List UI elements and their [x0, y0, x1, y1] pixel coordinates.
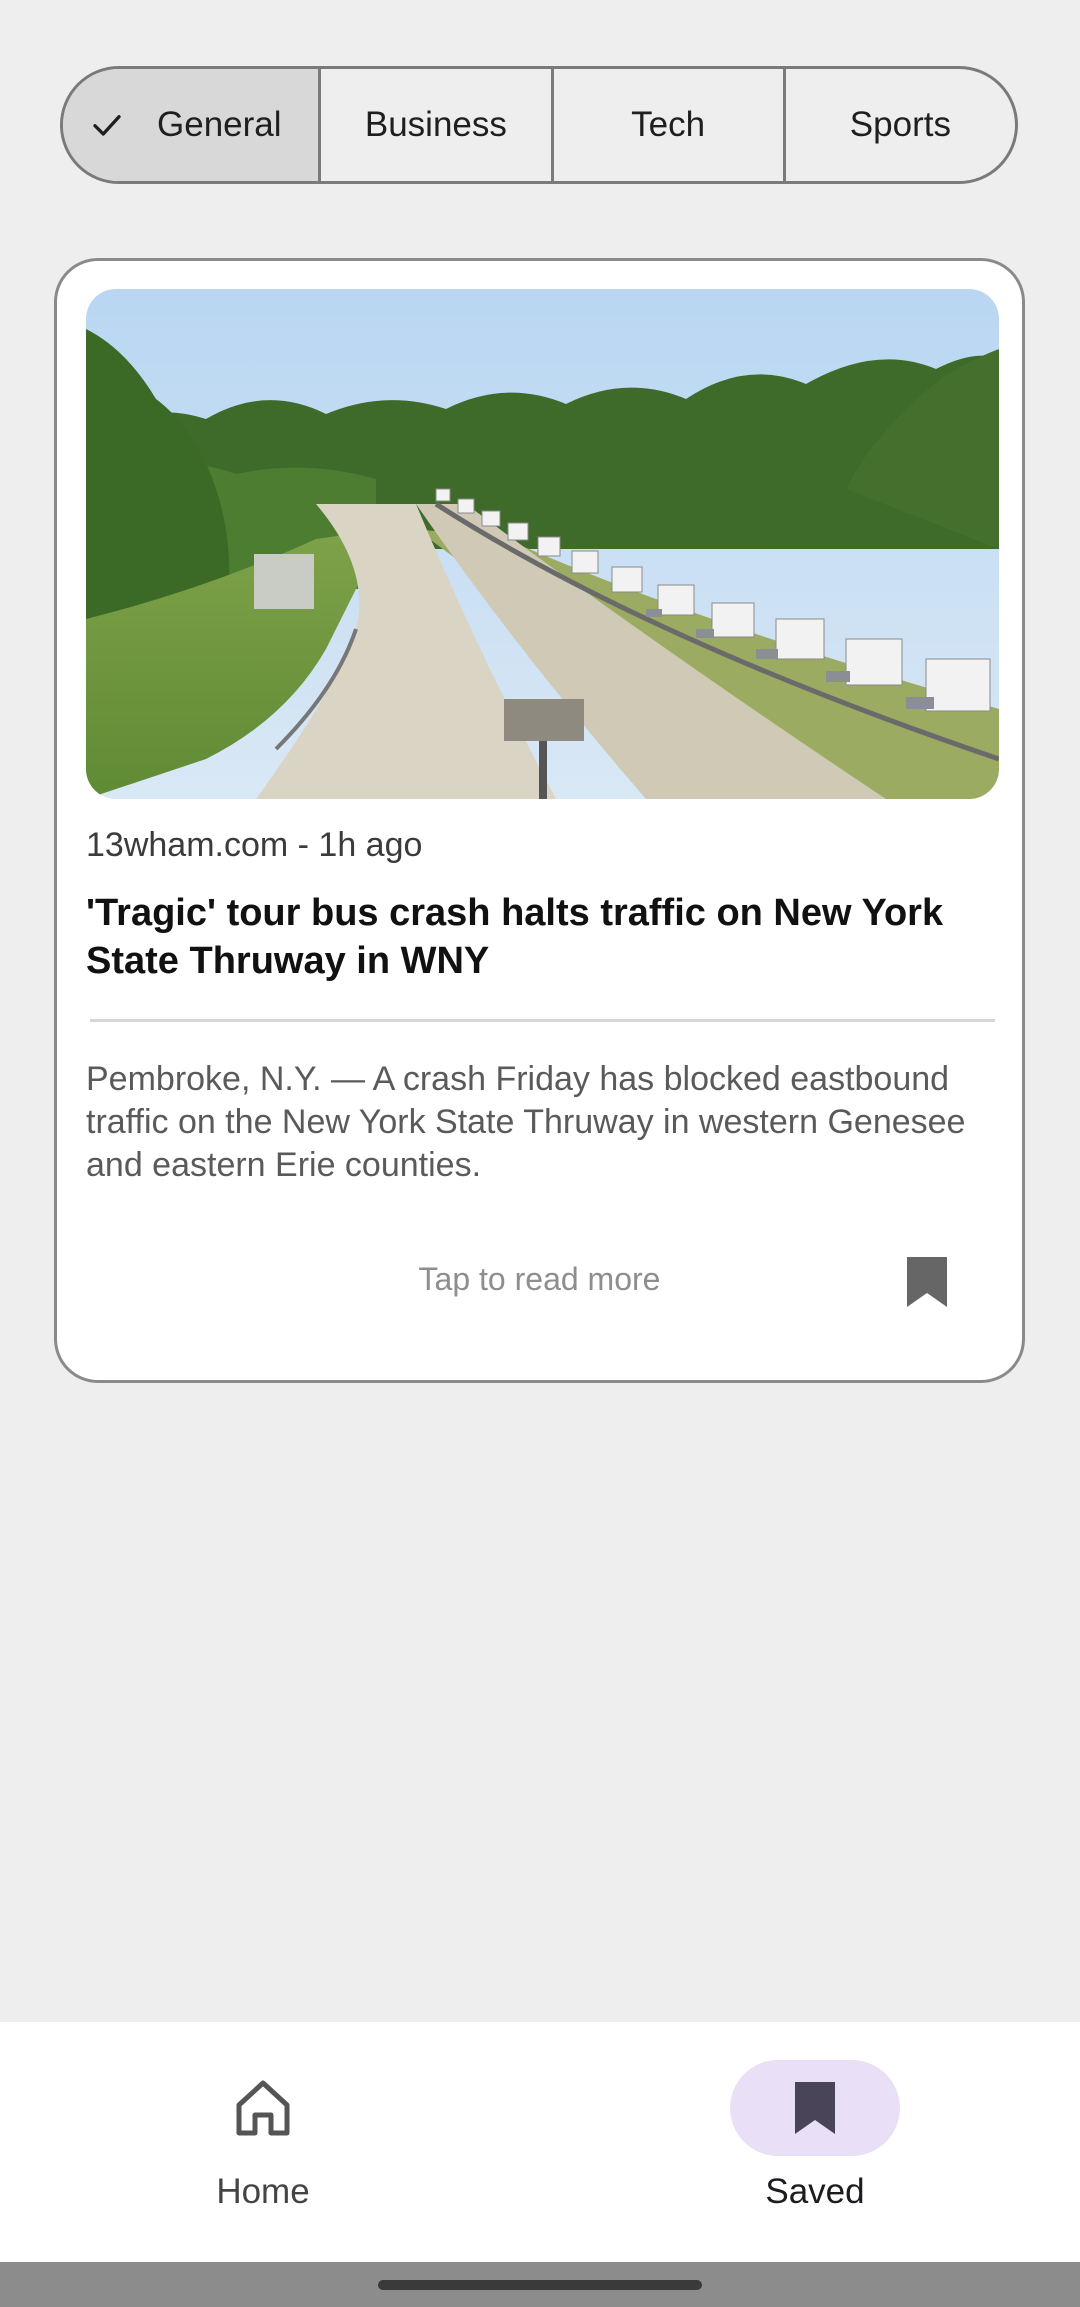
category-tab-label: Sports — [849, 105, 951, 144]
divider — [90, 1019, 995, 1022]
nav-active-indicator — [730, 2060, 900, 2156]
article-source-time: 13wham.com - 1h ago — [86, 826, 423, 864]
home-icon — [236, 2080, 290, 2136]
check-icon — [93, 115, 121, 136]
category-tab-label: Tech — [631, 105, 706, 144]
category-tab-label: General — [157, 105, 282, 144]
save-article-button[interactable] — [897, 1251, 957, 1313]
category-tab-general[interactable]: General — [63, 69, 322, 181]
article-summary: Pembroke, N.Y. — A crash Friday has bloc… — [86, 1060, 966, 1184]
category-selector: General Business Tech Sports — [60, 66, 1018, 184]
gesture-handle[interactable] — [378, 2280, 702, 2290]
category-tab-label: Business — [364, 105, 507, 144]
nav-item-home[interactable]: Home — [113, 2060, 413, 2220]
system-navigation-bar — [0, 2262, 1080, 2307]
bottom-navigation: Home Saved — [0, 2022, 1080, 2262]
category-tab-business[interactable]: Business — [321, 69, 554, 181]
article-headline[interactable]: 'Tragic' tour bus crash halts traffic on… — [86, 889, 986, 985]
category-tab-tech[interactable]: Tech — [554, 69, 786, 181]
nav-label-saved: Saved — [765, 2172, 865, 2211]
bookmark-icon — [907, 1257, 947, 1307]
article-image — [86, 289, 999, 799]
category-tab-sports[interactable]: Sports — [786, 69, 1015, 181]
nav-icon-container — [178, 2060, 348, 2156]
article-card[interactable]: 13wham.com - 1h ago 'Tragic' tour bus cr… — [54, 258, 1025, 1383]
nav-label-home: Home — [216, 2172, 310, 2211]
bookmark-icon — [795, 2082, 835, 2134]
nav-item-saved[interactable]: Saved — [665, 2060, 965, 2220]
read-more-link[interactable]: Tap to read more — [57, 1261, 1022, 1298]
